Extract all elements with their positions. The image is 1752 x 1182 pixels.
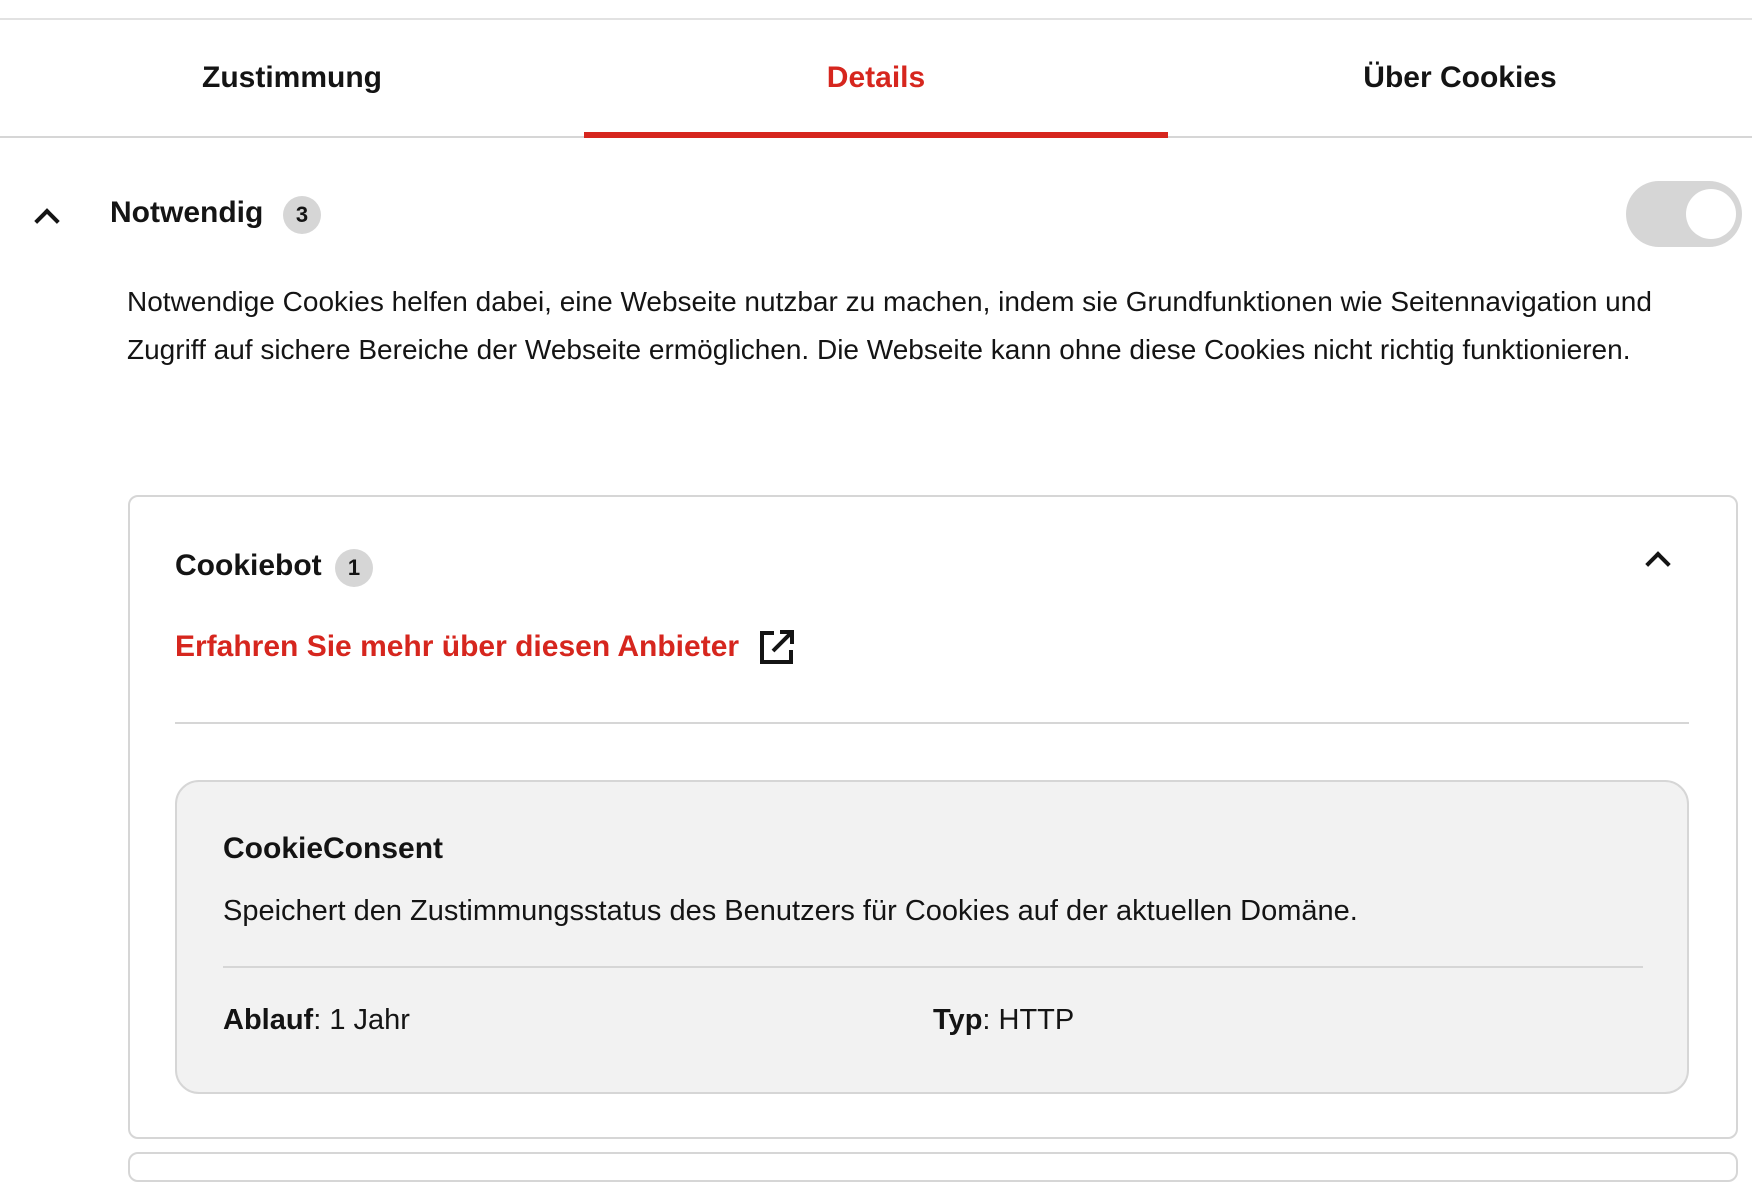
category-collapse-button[interactable]	[22, 194, 70, 238]
tab-ueber-cookies[interactable]: Über Cookies	[1168, 20, 1752, 136]
vendor-divider	[175, 722, 1689, 724]
type-label: Typ	[933, 1004, 983, 1036]
tab-label: Details	[826, 61, 926, 94]
chevron-up-icon	[1645, 551, 1671, 577]
vendor-link-label: Erfahren Sie mehr über diesen Anbieter	[175, 630, 740, 663]
tab-label: Über Cookies	[1363, 61, 1557, 94]
vendor-collapse-button[interactable]	[1632, 537, 1680, 581]
category-header: Notwendig 3	[0, 180, 1752, 250]
vendor-name: Cookiebot	[175, 549, 322, 582]
category-count-badge: 3	[283, 196, 321, 234]
expiry-value: : 1 Jahr	[313, 1004, 410, 1036]
vendor-info-link[interactable]: Erfahren Sie mehr über diesen Anbieter	[175, 625, 797, 669]
tab-zustimmung[interactable]: Zustimmung	[0, 20, 584, 136]
category-toggle[interactable]	[1626, 181, 1742, 247]
type-value: : HTTP	[982, 1004, 1075, 1036]
tab-bar: Zustimmung Details Über Cookies	[0, 20, 1752, 138]
tab-label: Zustimmung	[202, 61, 382, 94]
cookie-divider	[223, 966, 1643, 968]
next-vendor-card	[128, 1152, 1738, 1182]
cookie-expiry: Ablauf: 1 Jahr	[223, 1004, 410, 1037]
category-title: Notwendig	[110, 196, 264, 229]
category-description: Notwendige Cookies helfen dabei, eine We…	[127, 286, 1652, 365]
external-link-icon	[760, 630, 795, 664]
cookie-description: Speichert den Zustimmungsstatus des Benu…	[223, 895, 1358, 927]
tab-details[interactable]: Details	[584, 20, 1168, 138]
cookie-card: CookieConsent Speichert den Zustimmungss…	[175, 780, 1689, 1094]
cookie-type: Typ: HTTP	[933, 1004, 1074, 1037]
cookie-name: CookieConsent	[223, 832, 444, 865]
expiry-label: Ablauf	[223, 1004, 314, 1036]
vendor-card: Cookiebot 1 Erfahren Sie mehr über diese…	[128, 495, 1738, 1139]
toggle-knob	[1686, 189, 1736, 239]
chevron-up-icon	[34, 208, 60, 234]
vendor-count-badge: 1	[335, 549, 373, 587]
